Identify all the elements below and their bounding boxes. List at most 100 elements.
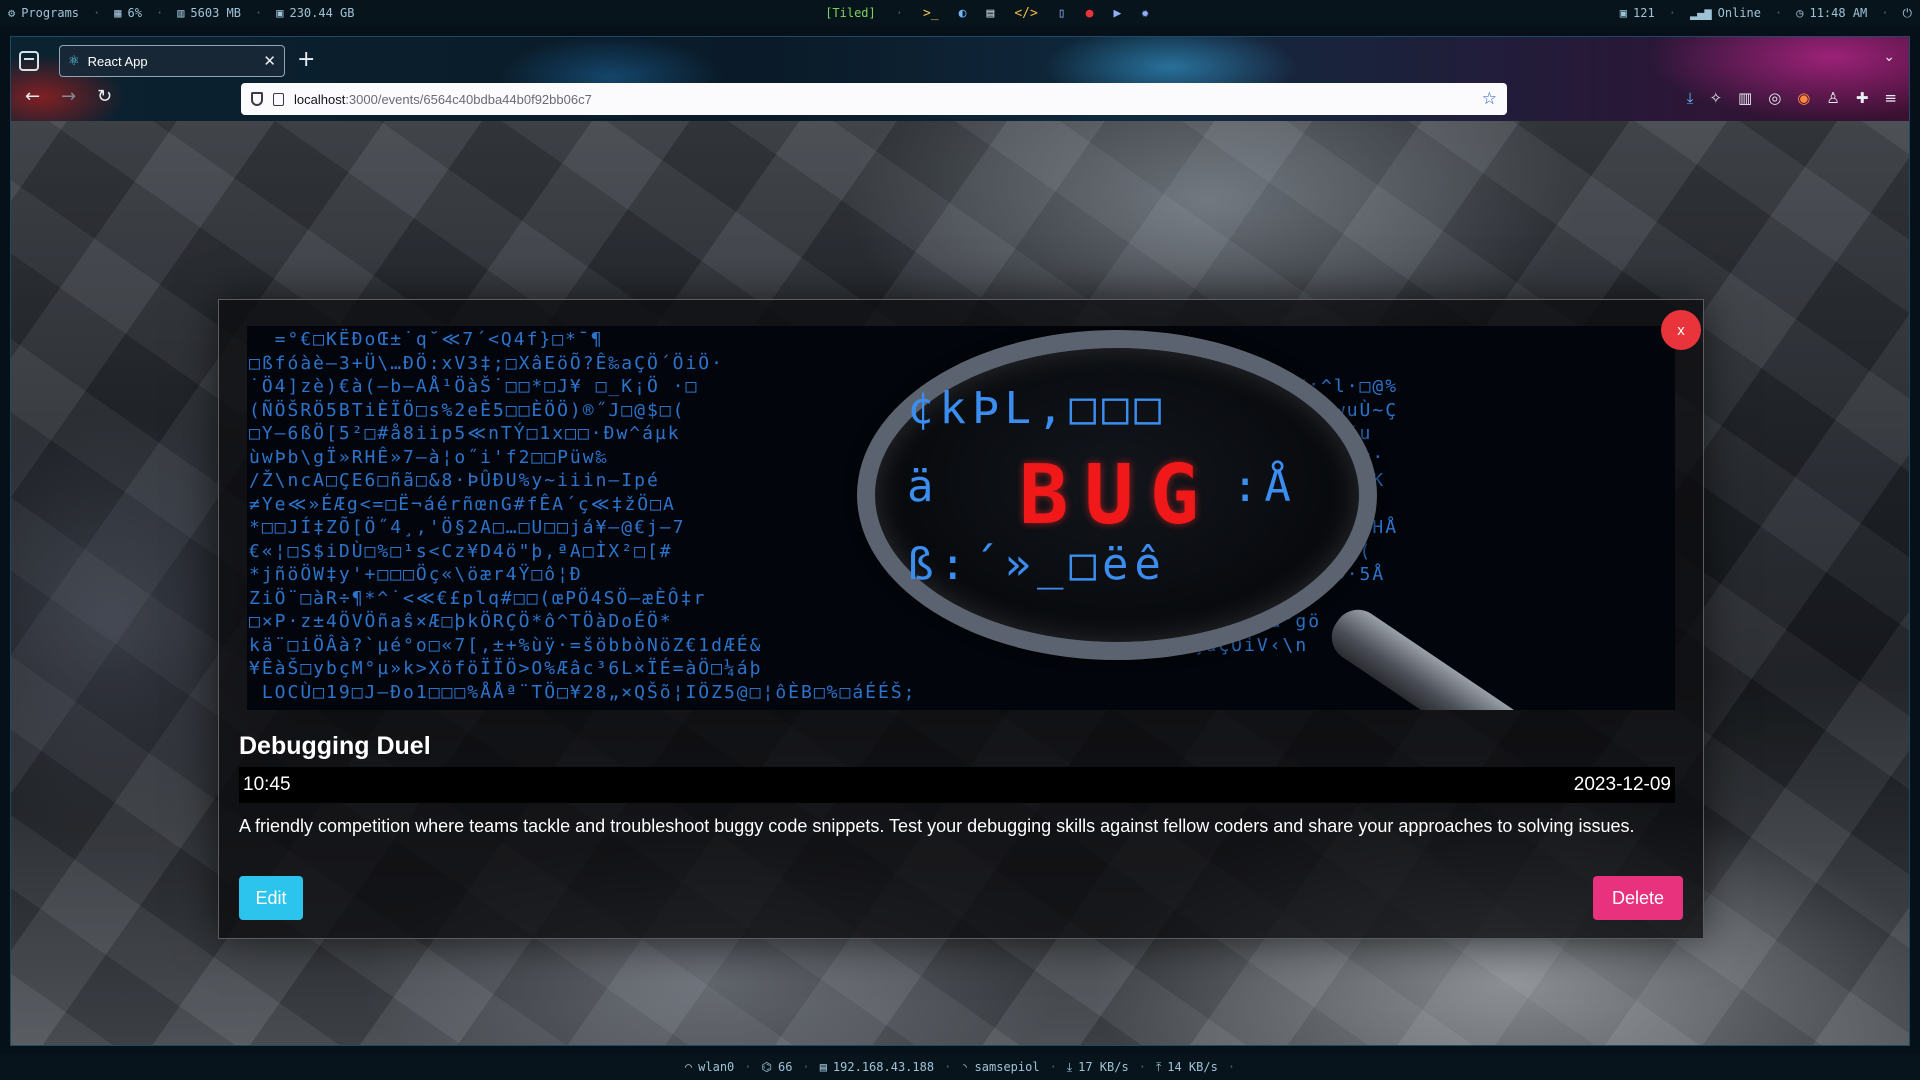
browser-window: ⚛ React App ✕ + ⌄ ← → ↻ localhost:3000/e…	[10, 36, 1910, 1046]
ssid-name: samsepiol	[974, 1060, 1040, 1074]
bug-word: BUG	[1018, 448, 1216, 543]
account-icon[interactable]: ◎	[1768, 89, 1781, 107]
delete-button[interactable]: Delete	[1593, 876, 1683, 920]
signal-widget: ⌬ 66	[762, 1060, 793, 1074]
programs-menu[interactable]: ⚙ Programs	[8, 6, 79, 20]
url-path: :3000/events/6564c40bdba44b0f92bb06c7	[345, 91, 592, 107]
separator: ·	[155, 6, 164, 20]
terminal-icon[interactable]: >_	[923, 6, 939, 21]
event-modal: =°€□KËÐoŒ±˙q˘≪7΄<Q4f}□*¯¶ □ßfóàè—3+Ü\…ÐÖ…	[218, 299, 1704, 939]
event-description: A friendly competition where teams tackl…	[239, 816, 1635, 836]
rss-icon: ◝	[961, 1060, 969, 1074]
tab-list-icon[interactable]	[19, 51, 39, 71]
files-icon[interactable]: ▤	[986, 6, 994, 21]
shield-icon[interactable]	[251, 92, 263, 106]
ip-address: 192.168.43.188	[832, 1060, 935, 1074]
upload-arrow-icon: ⤒	[1155, 1059, 1162, 1074]
download-icon[interactable]: ⤓	[1687, 89, 1694, 107]
memory-widget: ▥ 5603 MB	[177, 6, 241, 20]
separator: ·	[93, 6, 101, 20]
react-favicon-icon: ⚛	[68, 53, 80, 68]
separator: ·	[255, 6, 263, 20]
event-meta-row: 10:45 2023-12-09	[239, 767, 1675, 803]
separator: ·	[944, 1060, 952, 1074]
navigation-bar: ← → ↻ localhost:3000/events/6564c40bdba4…	[11, 81, 1909, 117]
network-widget: ▂▄▆ Online	[1690, 6, 1761, 20]
upload-widget: ⤒ 14 KB/s	[1156, 1060, 1218, 1075]
signal-strength-icon: ⌬	[761, 1060, 772, 1074]
close-tab-icon[interactable]: ✕	[263, 54, 276, 69]
separator: ·	[1881, 6, 1889, 20]
firefox-icon[interactable]: ◉	[1797, 89, 1810, 107]
back-icon[interactable]: ←	[25, 87, 40, 107]
separator: ·	[1775, 6, 1783, 20]
power-icon[interactable]: ⏻	[1903, 6, 1913, 21]
programs-label: Programs	[21, 6, 80, 20]
cpu-usage: 6%	[127, 6, 142, 20]
ip-widget: ▤ 192.168.43.188	[820, 1060, 934, 1074]
system-top-bar: ⚙ Programs · ▦ 6% · ▥ 5603 MB · ▣ 230.44…	[0, 0, 1920, 26]
disk-usage: 230.44 GB	[289, 6, 355, 20]
event-time: 10:45	[243, 774, 291, 795]
separator: ·	[1227, 1060, 1236, 1074]
separator: ·	[744, 1060, 752, 1074]
system-bottom-bar: ◠ wlan0 · ⌬ 66 · ▤ 192.168.43.188 · ◝ sa…	[0, 1054, 1920, 1080]
sidebar-icon[interactable]: ▥	[1738, 89, 1752, 107]
extensions-icon[interactable]: ✧	[1709, 89, 1722, 107]
close-modal-button[interactable]: x	[1661, 310, 1701, 350]
page-info-icon[interactable]	[273, 92, 284, 106]
settings-icon[interactable]: ✹	[1141, 6, 1149, 21]
disk-icon: ▣	[276, 6, 284, 20]
page-content: =°€□KËÐoŒ±˙q˘≪7΄<Q4f}□*¯¶ □ßfóàè—3+Ü\…ÐÖ…	[11, 121, 1909, 1045]
addon-icon[interactable]: ♙	[1826, 89, 1839, 107]
separator: ·	[802, 1060, 810, 1074]
tab-react-app[interactable]: ⚛ React App ✕	[59, 45, 285, 77]
menu-icon[interactable]: ≡	[1884, 89, 1897, 107]
event-image: =°€□KËÐoŒ±˙q˘≪7΄<Q4f}□*¯¶ □ßfóàè—3+Ü\…ÐÖ…	[247, 326, 1675, 710]
clock-icon: ◷	[1796, 6, 1804, 20]
updates-icon: ▣	[1619, 6, 1628, 20]
updates-count: 121	[1633, 6, 1655, 20]
browser-launcher-icon[interactable]: ◐	[959, 6, 967, 21]
separator: ·	[1668, 6, 1676, 20]
separator: ·	[1138, 1060, 1146, 1074]
interface-widget: ◠ wlan0	[685, 1060, 734, 1074]
interface-name: wlan0	[698, 1060, 735, 1074]
code-editor-icon[interactable]: </>	[1014, 6, 1037, 21]
edit-button[interactable]: Edit	[239, 876, 303, 920]
separator: ·	[1049, 1060, 1057, 1074]
tab-title: React App	[87, 53, 148, 69]
url-text[interactable]: localhost:3000/events/6564c40bdba44b0f92…	[294, 92, 592, 107]
chevron-down-icon[interactable]: ⌄	[1883, 49, 1895, 65]
event-date: 2023-12-09	[1573, 774, 1671, 795]
new-tab-icon[interactable]: +	[297, 45, 315, 75]
upload-speed: 14 KB/s	[1167, 1060, 1218, 1074]
bookmark-star-icon[interactable]: ☆	[1482, 89, 1497, 109]
memory-icon: ▥	[177, 6, 185, 20]
ssid-widget: ◝ samsepiol	[961, 1060, 1039, 1074]
address-bar[interactable]: localhost:3000/events/6564c40bdba44b0f92…	[241, 83, 1507, 115]
event-title: Debugging Duel	[239, 732, 431, 760]
chat-icon[interactable]: ●	[1086, 6, 1094, 21]
forward-icon[interactable]: →	[61, 87, 76, 107]
clock-widget: ◷ 11:48 AM	[1796, 6, 1867, 20]
reload-icon[interactable]: ↻	[97, 87, 112, 107]
updates-widget[interactable]: ▣ 121	[1620, 6, 1655, 20]
network-status: Online	[1717, 6, 1761, 20]
toolbar-icons: ⤓ ✧ ▥ ◎ ◉ ♙ ✚ ≡	[1687, 89, 1897, 107]
magnifier-graphic: ¢kÞL,□□□ ä :Å ß:΄»_□ëê BUG	[857, 330, 1377, 660]
download-widget: ⤓ 17 KB/s	[1067, 1060, 1129, 1075]
cpu-widget: ▦ 6%	[114, 6, 142, 20]
signal-strength: 66	[778, 1060, 793, 1074]
clock-time: 11:48 AM	[1809, 6, 1868, 20]
programs-icon: ⚙	[8, 6, 16, 20]
video-icon[interactable]: ▶	[1113, 6, 1121, 21]
tab-strip: ⚛ React App ✕ + ⌄	[11, 43, 1909, 77]
url-host: localhost	[294, 91, 346, 107]
layout-indicator[interactable]: [Tiled]	[825, 6, 876, 20]
notes-icon[interactable]: ▯	[1058, 6, 1066, 21]
memory-usage: 5603 MB	[190, 6, 241, 20]
ip-icon: ▤	[819, 1060, 827, 1074]
pin-icon[interactable]: ✚	[1856, 89, 1869, 107]
separator: ·	[895, 6, 903, 20]
